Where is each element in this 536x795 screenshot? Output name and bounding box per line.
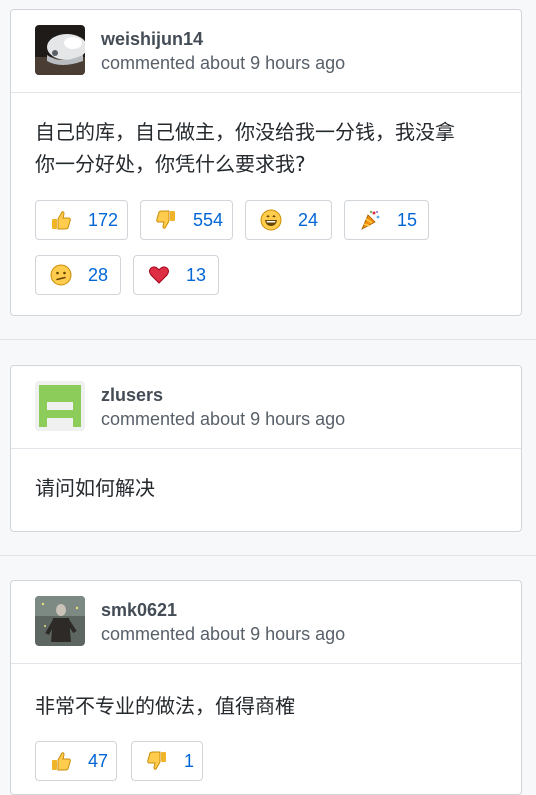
comment-body-line: 非常不专业的做法，值得商榷 <box>35 694 295 718</box>
thumbs-up-icon <box>50 209 72 231</box>
reaction-laugh-button[interactable]: 24 <box>245 200 332 240</box>
thumbs-up-icon <box>50 750 72 772</box>
comment-author[interactable]: weishijun14 <box>101 29 203 50</box>
reaction-hooray-button[interactable]: 15 <box>344 200 429 240</box>
reaction-count: 15 <box>397 209 418 230</box>
comment-body-line: 你一分好处，你凭什么要求我? <box>35 152 306 176</box>
thumbs-down-icon <box>146 750 168 772</box>
comment-header: weishijun14 commented about 9 hours ago <box>11 10 521 93</box>
comment-body-line: 请问如何解决 <box>35 476 155 500</box>
avatar[interactable] <box>35 381 85 431</box>
reaction-thumbs-down-button[interactable]: 1 <box>131 741 203 781</box>
confused-icon <box>50 264 72 286</box>
heart-icon <box>148 264 170 286</box>
timeline-divider <box>0 339 536 340</box>
comment-timestamp[interactable]: commented about 9 hours ago <box>101 53 345 74</box>
reaction-count: 47 <box>88 750 109 771</box>
timeline-divider <box>0 555 536 556</box>
comment-body: 自己的库，自己做主，你没给我一分钱，我没拿 你一分好处，你凭什么要求我? <box>35 116 497 180</box>
comment-body: 非常不专业的做法，值得商榷 <box>35 690 497 722</box>
comment-author[interactable]: smk0621 <box>101 600 177 621</box>
comment-header: zlusers commented about 9 hours ago <box>11 366 521 449</box>
avatar[interactable] <box>35 596 85 646</box>
comment-timestamp[interactable]: commented about 9 hours ago <box>101 624 345 645</box>
comment-body: 请问如何解决 <box>35 472 497 504</box>
reaction-count: 554 <box>193 209 224 230</box>
thumbs-down-icon <box>155 209 177 231</box>
comment-body-line: 自己的库，自己做主，你没给我一分钱，我没拿 <box>35 120 455 144</box>
laugh-icon <box>260 209 282 231</box>
comment-timestamp[interactable]: commented about 9 hours ago <box>101 409 345 430</box>
reaction-confused-button[interactable]: 28 <box>35 255 121 295</box>
avatar[interactable] <box>35 25 85 75</box>
reaction-count: 24 <box>298 209 319 230</box>
reaction-thumbs-down-button[interactable]: 554 <box>140 200 233 240</box>
comment-author[interactable]: zlusers <box>101 385 163 406</box>
comment-card: weishijun14 commented about 9 hours ago … <box>10 9 522 316</box>
reaction-thumbs-up-button[interactable]: 47 <box>35 741 117 781</box>
reaction-count: 1 <box>184 750 195 771</box>
comment-card: smk0621 commented about 9 hours ago 非常不专… <box>10 580 522 795</box>
reaction-heart-button[interactable]: 13 <box>133 255 219 295</box>
comment-header: smk0621 commented about 9 hours ago <box>11 581 521 664</box>
reaction-thumbs-up-button[interactable]: 172 <box>35 200 128 240</box>
comment-card: zlusers commented about 9 hours ago 请问如何… <box>10 365 522 532</box>
reaction-count: 172 <box>88 209 119 230</box>
reaction-count: 28 <box>88 264 109 285</box>
hooray-icon <box>359 209 381 231</box>
reaction-count: 13 <box>186 264 207 285</box>
